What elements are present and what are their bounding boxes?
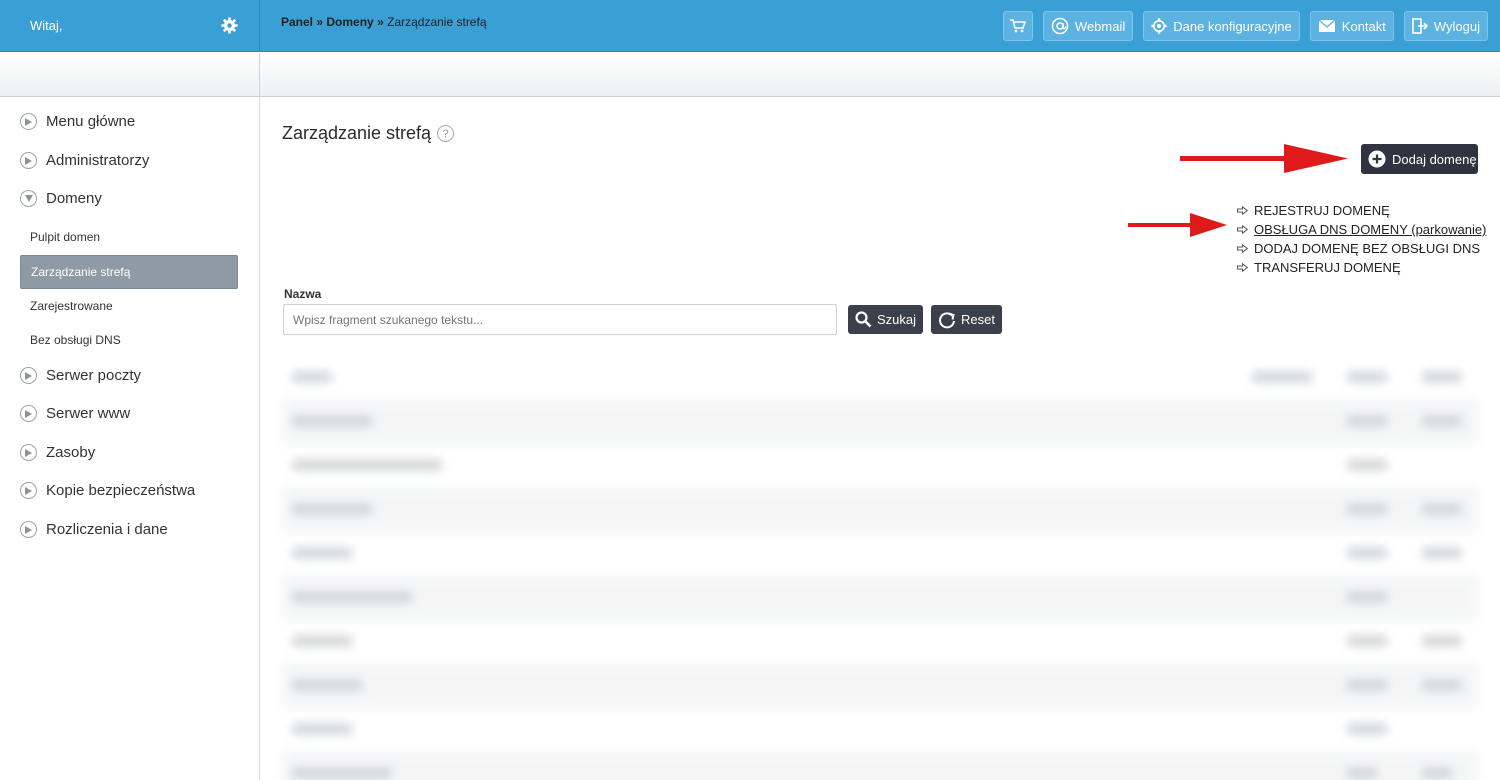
sidebar-item-label: Serwer poczty	[46, 367, 142, 384]
link-label: DODAJ DOMENĘ BEZ OBSŁUGI DNS	[1254, 241, 1481, 256]
sidebar-item-menu-glowne[interactable]: Menu główne	[20, 113, 135, 130]
sidebar-item-serwer-poczty[interactable]: Serwer poczty	[20, 367, 141, 384]
link-label: OBSŁUGA DNS DOMENY (parkowanie)	[1254, 222, 1487, 237]
webmail-button[interactable]: Webmail	[1042, 11, 1134, 41]
breadcrumb-current: Zarządzanie strefą	[387, 15, 487, 29]
sidebar-item-label: Zasoby	[46, 444, 96, 461]
table-row	[282, 664, 1478, 708]
help-icon[interactable]: ?	[437, 125, 455, 142]
sidebar-item-label: Rozliczenia i dane	[46, 521, 168, 538]
reset-button-label: Reset	[961, 312, 995, 327]
sidebar-item-administratorzy[interactable]: Administratorzy	[20, 152, 149, 169]
link-register-domain[interactable]: REJESTRUJ DOMENĘ	[1237, 201, 1486, 220]
config-data-button[interactable]: Dane konfiguracyjne	[1143, 11, 1300, 41]
table-row	[282, 488, 1478, 532]
filter-name-label: Nazwa	[284, 287, 322, 301]
domain-action-links: REJESTRUJ DOMENĘ OBSŁUGA DNS DOMENY (par…	[1237, 201, 1486, 277]
top-bar-user-area: Witaj,	[0, 0, 260, 52]
contact-button[interactable]: Kontakt	[1309, 11, 1394, 41]
cart-button[interactable]	[1002, 11, 1033, 41]
at-icon	[1051, 17, 1069, 35]
sidebar-item-label: Menu główne	[46, 113, 136, 130]
link-label: REJESTRUJ DOMENĘ	[1254, 203, 1390, 218]
logout-button[interactable]: Wyloguj	[1403, 11, 1488, 41]
domains-table-blurred	[282, 356, 1478, 780]
cart-icon	[1009, 19, 1027, 33]
sidebar-item-kopie-bezpieczenstwa[interactable]: Kopie bezpieczeństwa	[20, 482, 195, 499]
reset-icon	[939, 311, 955, 328]
link-add-domain-no-dns[interactable]: DODAJ DOMENĘ BEZ OBSŁUGI DNS	[1237, 239, 1486, 258]
play-circle-icon	[20, 521, 37, 538]
breadcrumb-left-spacer	[0, 53, 260, 97]
table-row	[282, 532, 1478, 576]
sidebar-item-label: Administratorzy	[46, 152, 150, 169]
arrow-right-icon	[1237, 263, 1248, 272]
sidebar-item-label: Kopie bezpieczeństwa	[46, 482, 196, 499]
search-button-label: Szukaj	[877, 312, 917, 327]
breadcrumb-domeny[interactable]: Domeny	[326, 15, 373, 29]
add-domain-button[interactable]: Dodaj domenę	[1361, 144, 1478, 174]
reset-button[interactable]: Reset	[931, 305, 1002, 334]
play-circle-icon	[20, 367, 37, 384]
sidebar-item-rozliczenia-i-dane[interactable]: Rozliczenia i dane	[20, 521, 168, 538]
annotation-arrow	[1180, 144, 1348, 173]
table-row	[282, 752, 1478, 780]
contact-label: Kontakt	[1341, 18, 1386, 34]
sidebar-item-zasoby[interactable]: Zasoby	[20, 444, 95, 461]
table-row	[282, 708, 1478, 752]
play-circle-icon	[20, 405, 37, 422]
gear-icon[interactable]	[221, 17, 238, 34]
envelope-icon	[1318, 19, 1336, 32]
top-nav-buttons: Webmail Dane konfiguracyjne Kontakt Wylo…	[1002, 11, 1488, 41]
sidebar: Menu główne Administratorzy Domeny Pulpi…	[0, 97, 260, 780]
sidebar-subitem-zarzadzanie-strefa[interactable]: Zarządzanie strefą	[20, 255, 238, 289]
sidebar-subitem-bez-obslugi-dns[interactable]: Bez obsługi DNS	[20, 323, 238, 357]
breadcrumb-separator: »	[316, 15, 324, 29]
annotation-arrow	[1128, 213, 1227, 237]
search-button[interactable]: Szukaj	[848, 305, 924, 334]
logout-label: Wyloguj	[1433, 18, 1480, 34]
search-icon	[855, 311, 872, 328]
page-title-text: Zarządzanie strefą	[282, 123, 432, 143]
arrow-right-icon	[1237, 244, 1248, 253]
play-circle-icon	[20, 482, 37, 499]
table-header-row	[282, 356, 1478, 400]
webmail-label: Webmail	[1074, 18, 1126, 34]
arrow-right-icon	[1237, 206, 1248, 215]
link-label: TRANSFERUJ DOMENĘ	[1254, 260, 1401, 275]
play-circle-icon	[20, 113, 37, 130]
search-input[interactable]	[283, 304, 837, 335]
config-data-label: Dane konfiguracyjne	[1173, 18, 1292, 34]
sidebar-item-label: Domeny	[46, 190, 102, 207]
breadcrumb-separator: »	[377, 15, 384, 29]
table-row	[282, 576, 1478, 620]
add-domain-label: Dodaj domenę	[1392, 151, 1477, 167]
play-circle-icon	[20, 444, 37, 461]
sidebar-item-serwer-www[interactable]: Serwer www	[20, 405, 130, 422]
gear-icon	[1151, 18, 1167, 34]
breadcrumb-panel[interactable]: Panel	[281, 15, 313, 29]
sidebar-subitem-pulpit-domen[interactable]: Pulpit domen	[20, 220, 238, 254]
sidebar-item-label: Serwer www	[46, 405, 131, 422]
logout-icon	[1412, 18, 1428, 34]
page-title: Zarządzanie strefą ?	[282, 123, 455, 144]
top-bar: Witaj, Webmail Dane konfiguracyjne Konta…	[0, 0, 1500, 52]
arrow-right-icon	[1237, 225, 1248, 234]
link-transfer-domain[interactable]: TRANSFERUJ DOMENĘ	[1237, 258, 1486, 277]
link-dns-parking[interactable]: OBSŁUGA DNS DOMENY (parkowanie)	[1237, 220, 1486, 239]
table-row	[282, 444, 1478, 488]
sidebar-item-domeny[interactable]: Domeny	[20, 190, 102, 207]
table-row	[282, 400, 1478, 444]
table-row	[282, 620, 1478, 664]
welcome-text: Witaj,	[30, 18, 63, 33]
sidebar-subitem-zarejestrowane[interactable]: Zarejestrowane	[20, 289, 238, 323]
down-circle-icon	[20, 190, 37, 207]
play-circle-icon	[20, 152, 37, 169]
breadcrumb: Panel » Domeny » Zarządzanie strefą	[281, 15, 487, 29]
breadcrumb-bar	[0, 53, 1500, 97]
plus-circle-icon	[1368, 150, 1386, 168]
